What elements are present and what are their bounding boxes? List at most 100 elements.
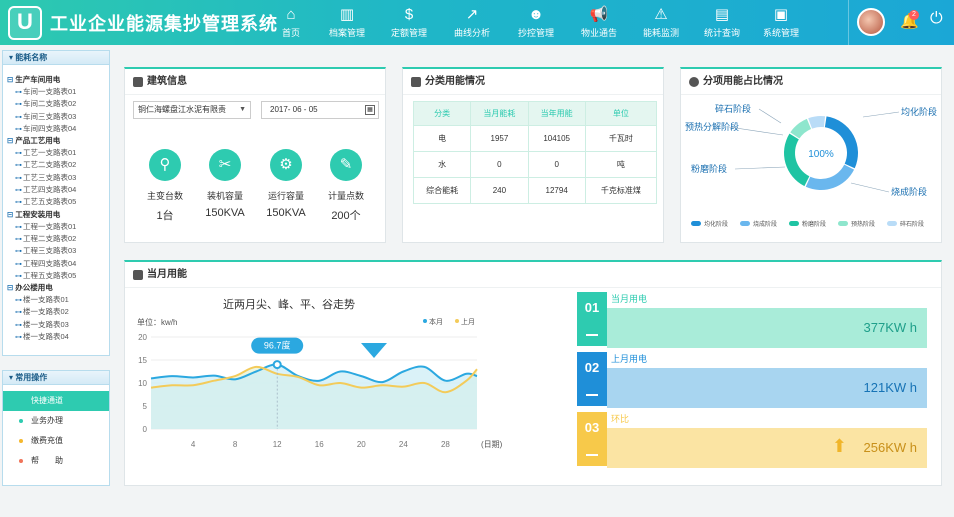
chevron-down-icon: ▼ xyxy=(239,106,246,113)
card-number-underline xyxy=(586,454,598,456)
header-divider xyxy=(848,0,849,45)
donut-slice-4[interactable] xyxy=(790,118,812,139)
x-tick-label: 24 xyxy=(399,440,408,449)
building-icon xyxy=(133,77,143,87)
stat-card-2: ✂ 装机容量 150KVA xyxy=(195,149,255,219)
hover-point[interactable] xyxy=(272,360,282,370)
tree-leaf-label: 车间二支路表02 xyxy=(23,99,77,109)
user-avatar[interactable] xyxy=(857,8,885,36)
tree-leaf[interactable]: ⊶工艺五支路表05 xyxy=(3,196,109,208)
tree-group-name[interactable]: ⊟ 生产车间用电 xyxy=(3,74,109,86)
tree-leaf[interactable]: ⊶楼一支路表02 xyxy=(3,306,109,318)
donut-slice-5[interactable] xyxy=(808,116,826,129)
tree-leaf[interactable]: ⊶工程五支路表05 xyxy=(3,270,109,282)
donut-slice-1[interactable] xyxy=(824,116,858,169)
energy-share-title: 分项用能占比情况 xyxy=(703,76,783,87)
line-chart-icon: ↗ xyxy=(465,6,479,23)
expand-icon[interactable]: ⊟ xyxy=(7,75,13,84)
quick-op-1[interactable]: 快捷通道 xyxy=(3,391,109,411)
tree-leaf[interactable]: ⊶工艺四支路表04 xyxy=(3,184,109,196)
tree-leaf[interactable]: ⊶车间三支路表03 xyxy=(3,111,109,123)
callout-line xyxy=(850,182,890,193)
tree-leaf-label: 工程四支路表04 xyxy=(23,258,77,268)
tree-leaf[interactable]: ⊶工艺三支路表03 xyxy=(3,172,109,184)
card-number-underline xyxy=(586,394,598,396)
quick-op-2[interactable]: 业务办理 xyxy=(3,411,109,431)
energy-share-donut: 100%碎石阶段 均化阶段预热分解阶段粉磨阶段烧成阶段均化阶段 烧成阶段 粉磨阶段 预热… xyxy=(685,103,937,228)
nav-item-5[interactable]: ☻ 抄控管理 xyxy=(507,4,565,42)
tree-leaf[interactable]: ⊶楼一支路表01 xyxy=(3,294,109,306)
dropdown-arrow-icon[interactable] xyxy=(361,343,387,358)
megaphone-icon: 📢 xyxy=(589,6,609,23)
user-gear-icon: ☻ xyxy=(528,6,544,23)
nav-item-2[interactable]: ▥ 档案管理 xyxy=(318,4,376,42)
nav-item-3[interactable]: $ 定额管理 xyxy=(380,4,438,42)
quick-op-label: 缴费充值 xyxy=(31,436,63,445)
tree-leaf[interactable]: ⊶车间二支路表02 xyxy=(3,98,109,110)
pie-chart-icon xyxy=(689,77,699,87)
legend-label: 上月 xyxy=(461,317,475,326)
nav-item-9[interactable]: ▣ 系统管理 xyxy=(752,4,810,42)
tree-group-label: 办公楼用电 xyxy=(15,283,53,293)
series-area-1 xyxy=(151,364,477,429)
legend-swatch xyxy=(838,221,848,226)
energy-tree-panel: ▾ 能耗名称 ⊟ 生产车间用电 ⊶车间一支路表01 ⊶车间二支路表02 ⊶车间三支路表0… xyxy=(2,50,110,356)
card-label: 环比 xyxy=(611,414,630,424)
expand-icon[interactable]: ⊟ xyxy=(7,210,13,219)
nav-item-1[interactable]: ⌂ 首页 xyxy=(262,4,320,42)
tree-leaf[interactable]: ⊶楼一支路表03 xyxy=(3,319,109,331)
tree-group-name[interactable]: ⊟ 办公楼用电 xyxy=(3,282,109,294)
nav-item-4[interactable]: ↗ 曲线分析 xyxy=(443,4,501,42)
tree-leaf-label: 楼一支路表03 xyxy=(23,319,69,329)
common-ops-header[interactable]: ▾ 常用操作 xyxy=(3,371,109,385)
tree-leaf[interactable]: ⊶工艺一支路表01 xyxy=(3,147,109,159)
monitor-icon: ▣ xyxy=(773,6,789,23)
card-value: 377KW h xyxy=(863,320,917,335)
tree-group-label: 工程安装用电 xyxy=(15,209,61,219)
quick-op-4[interactable]: 帮 助 xyxy=(3,451,109,471)
stat-label: 计量点数 xyxy=(327,191,364,201)
nav-item-8[interactable]: ▤ 统计查询 xyxy=(693,4,751,42)
meter-node-icon: ⊶ xyxy=(15,101,22,109)
expand-icon[interactable]: ⊟ xyxy=(7,136,13,145)
calendar-icon[interactable]: ▦ xyxy=(365,105,375,115)
x-tick-label: 12 xyxy=(273,440,282,449)
quick-op-label: 业务办理 xyxy=(31,416,63,425)
nav-label: 首页 xyxy=(281,28,300,38)
nav-item-6[interactable]: 📢 物业通告 xyxy=(570,4,628,42)
chart-title: 近两月尖、峰、平、谷走势 xyxy=(223,298,355,311)
expand-icon[interactable]: ⊟ xyxy=(7,283,13,292)
tree-leaf[interactable]: ⊶工程三支路表03 xyxy=(3,245,109,257)
callout-line xyxy=(758,108,782,124)
card-label: 当月用电 xyxy=(611,294,648,304)
tree-leaf-label: 工程三支路表03 xyxy=(23,246,77,256)
x-tick-label: 28 xyxy=(441,440,450,449)
power-icon[interactable]: ⏻ xyxy=(930,10,943,28)
company-select[interactable]: 铜仁海螺盘江水泥有限责 ▼ xyxy=(133,101,251,119)
tree-group-name[interactable]: ⊟ 产品工艺用电 xyxy=(3,135,109,147)
tree-leaf[interactable]: ⊶车间四支路表04 xyxy=(3,123,109,135)
energy-share-panel: 分项用能占比情况 100% 碎石阶段 均化阶段 预热分解阶段 粉磨阶段 烧成阶段 均化阶段烧… xyxy=(680,67,942,243)
tree-leaf-label: 楼一支路表04 xyxy=(23,332,69,342)
building-info-panel: 建筑信息 铜仁海螺盘江水泥有限责 ▼ 2017- 06 - 05 ▦ ⚲ 主变台数… xyxy=(124,67,386,243)
nav-item-7[interactable]: ⚠ 能耗监测 xyxy=(632,4,690,42)
quick-op-3[interactable]: 缴费充值 xyxy=(3,431,109,451)
tree-leaf[interactable]: ⊶工程一支路表01 xyxy=(3,221,109,233)
date-picker[interactable]: 2017- 06 - 05 ▦ xyxy=(261,101,379,119)
tree-leaf[interactable]: ⊶楼一支路表04 xyxy=(3,331,109,343)
energy-tree-header[interactable]: ▾ 能耗名称 xyxy=(3,51,109,65)
table-cell: 1957 xyxy=(470,125,529,152)
legend-label: 烧成阶段 xyxy=(753,220,777,228)
y-tick-label: 15 xyxy=(138,356,147,365)
tree-leaf[interactable]: ⊶车间一支路表01 xyxy=(3,86,109,98)
tree-leaf[interactable]: ⊶工程四支路表04 xyxy=(3,258,109,270)
donut-slice-2[interactable] xyxy=(805,164,855,190)
category-energy-panel: 分类用能情况 分类 当月能耗 当年用能 单位 电 1957 104105 千瓦时水 0 0 吨综合… xyxy=(402,67,664,243)
legend-swatch xyxy=(887,221,897,226)
donut-slice-3[interactable] xyxy=(784,133,810,187)
tree-group-name[interactable]: ⊟ 工程安装用电 xyxy=(3,209,109,221)
tree-leaf[interactable]: ⊶工程二支路表02 xyxy=(3,233,109,245)
meter-node-icon: ⊶ xyxy=(15,174,22,182)
tree-leaf[interactable]: ⊶工艺二支路表02 xyxy=(3,159,109,171)
table-header-row: 分类 当月能耗 当年用能 单位 xyxy=(412,101,658,126)
